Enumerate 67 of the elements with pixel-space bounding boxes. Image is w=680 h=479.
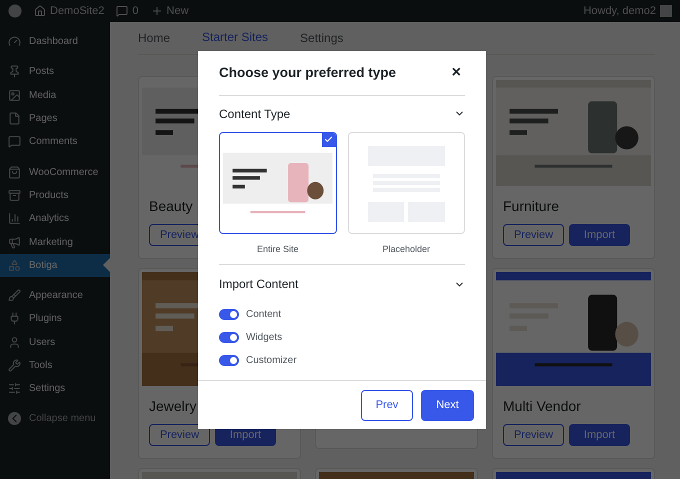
speech-bubble-icon (116, 5, 128, 17)
import-button[interactable]: Import (569, 224, 630, 246)
sidebar-item[interactable]: Botiga (0, 254, 110, 277)
speech-bubble-icon (8, 135, 21, 148)
sidebar-item[interactable]: Dashboard (0, 30, 110, 54)
greeting[interactable]: Howdy, demo2 (583, 2, 656, 20)
section-heading: Import Content (219, 276, 298, 294)
sidebar-item[interactable]: WooCommerce (0, 160, 110, 184)
sidebar-item[interactable]: Comments (0, 130, 110, 154)
toggle-label: Customizer (246, 354, 297, 368)
plug-icon (8, 312, 21, 326)
gauge-icon (8, 35, 21, 48)
page-icon (8, 112, 21, 126)
sidebar-item[interactable]: Pages (0, 106, 110, 130)
current-pointer (103, 258, 110, 272)
bag-icon (8, 166, 21, 179)
site-link[interactable]: DemoSite2 (50, 2, 104, 20)
megaphone-icon (8, 236, 21, 249)
close-button[interactable]: × (448, 60, 465, 85)
sidebar-item[interactable]: Posts (0, 60, 110, 84)
user-icon (8, 336, 21, 349)
wrench-icon (8, 359, 21, 372)
type-option[interactable] (219, 132, 336, 234)
dialog-title: Choose your preferred type (219, 64, 396, 82)
pin-icon (8, 65, 21, 78)
tab[interactable]: Settings (300, 22, 344, 54)
next-button[interactable]: Next (421, 390, 474, 421)
comment-count[interactable]: 0 (132, 2, 139, 20)
collapse-menu[interactable]: Collapse menu (0, 407, 110, 430)
toggle-switch[interactable] (219, 355, 239, 366)
site-title: Jewelry (148, 397, 198, 415)
option-label: Entire Site (256, 242, 299, 256)
collapse-icon (8, 412, 21, 426)
sidebar-item[interactable]: Analytics (0, 207, 110, 230)
archive-icon (8, 188, 21, 202)
brush-icon (8, 289, 21, 302)
sidebar-item[interactable]: Media (0, 84, 110, 107)
sidebar-item[interactable]: Plugins (0, 307, 110, 331)
toggle-label: Widgets (246, 331, 282, 346)
prev-button[interactable]: Prev (361, 390, 413, 421)
plus-icon (150, 5, 163, 17)
tab[interactable]: Home (138, 22, 170, 54)
avatar-icon (660, 5, 672, 17)
sliders-icon (8, 382, 21, 396)
sidebar-item[interactable]: Tools (0, 354, 110, 378)
toggle-switch[interactable] (219, 332, 239, 344)
new-link[interactable]: New (166, 2, 189, 20)
sidebar-item[interactable]: Marketing (0, 230, 110, 254)
option-label: Placeholder (382, 242, 430, 256)
shapes-icon (8, 258, 21, 272)
preview-button[interactable]: Preview (503, 424, 564, 446)
check-icon (324, 135, 333, 144)
site-title: Beauty (148, 197, 194, 215)
site-title: Furniture (502, 197, 560, 215)
sidebar-item[interactable]: Products (0, 184, 110, 208)
sidebar-item[interactable]: Appearance (0, 284, 110, 308)
bar-chart-icon (8, 212, 21, 226)
sidebar-item[interactable]: Settings (0, 377, 110, 400)
sidebar-item[interactable]: Users (0, 330, 110, 354)
section-heading: Content Type (219, 106, 290, 123)
import-button[interactable]: Import (569, 424, 630, 446)
toggle-label: Content (246, 308, 282, 322)
toggle-switch[interactable] (219, 309, 239, 320)
image-icon (8, 88, 21, 102)
site-title: Multi Vendor (502, 397, 582, 415)
home-icon (34, 5, 46, 17)
preview-button[interactable]: Preview (503, 224, 564, 246)
